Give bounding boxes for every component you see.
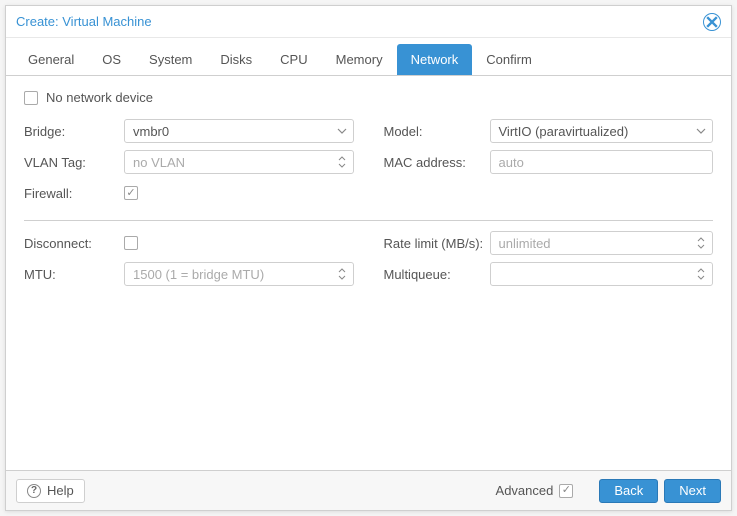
ratelimit-label: Rate limit (MB/s): [384, 236, 490, 251]
chevron-down-icon [335, 124, 349, 138]
bridge-select[interactable]: vmbr0 [124, 119, 354, 143]
help-label: Help [47, 483, 74, 498]
divider [24, 220, 713, 221]
right-column-adv: Rate limit (MB/s): unlimited Multiqueue: [384, 231, 714, 293]
disconnect-checkbox[interactable] [124, 236, 138, 250]
mtu-input[interactable]: 1500 (1 = bridge MTU) [124, 262, 354, 286]
chevron-down-icon [694, 124, 708, 138]
no-network-checkbox[interactable] [24, 91, 38, 105]
vlan-label: VLAN Tag: [24, 155, 124, 170]
mac-placeholder: auto [499, 155, 524, 170]
create-vm-modal: Create: Virtual Machine General OS Syste… [5, 5, 732, 511]
left-column: Bridge: vmbr0 VLAN Tag: no VLAN [24, 119, 354, 212]
advanced-label: Advanced [496, 483, 554, 498]
advanced-checkbox[interactable] [559, 484, 573, 498]
multiqueue-label: Multiqueue: [384, 267, 490, 282]
titlebar: Create: Virtual Machine [6, 6, 731, 38]
spinner-icon [335, 267, 349, 281]
spinner-icon [694, 236, 708, 250]
right-column: Model: VirtIO (paravirtualized) MAC addr… [384, 119, 714, 212]
firewall-label: Firewall: [24, 186, 124, 201]
mtu-label: MTU: [24, 267, 124, 282]
no-network-label: No network device [46, 90, 153, 105]
multiqueue-input[interactable] [490, 262, 714, 286]
mac-input[interactable]: auto [490, 150, 714, 174]
tab-network[interactable]: Network [397, 44, 473, 75]
footer: ? Help Advanced Back Next [6, 470, 731, 510]
help-icon: ? [27, 484, 41, 498]
tab-content: No network device Bridge: vmbr0 VLAN Tag… [6, 76, 731, 470]
mtu-placeholder: 1500 (1 = bridge MTU) [133, 267, 264, 282]
tab-cpu[interactable]: CPU [266, 44, 321, 75]
close-icon[interactable] [703, 13, 721, 31]
tab-system[interactable]: System [135, 44, 206, 75]
tab-general[interactable]: General [14, 44, 88, 75]
back-button[interactable]: Back [599, 479, 658, 503]
model-select[interactable]: VirtIO (paravirtualized) [490, 119, 714, 143]
spinner-icon [694, 267, 708, 281]
advanced-toggle[interactable]: Advanced [496, 483, 582, 498]
tab-os[interactable]: OS [88, 44, 135, 75]
left-column-adv: Disconnect: MTU: 1500 (1 = bridge MTU) [24, 231, 354, 293]
model-label: Model: [384, 124, 490, 139]
next-button[interactable]: Next [664, 479, 721, 503]
ratelimit-input[interactable]: unlimited [490, 231, 714, 255]
no-network-row: No network device [24, 90, 713, 105]
mac-label: MAC address: [384, 155, 490, 170]
tab-memory[interactable]: Memory [322, 44, 397, 75]
bridge-value: vmbr0 [133, 124, 169, 139]
bridge-label: Bridge: [24, 124, 124, 139]
model-value: VirtIO (paravirtualized) [499, 124, 629, 139]
spinner-icon [335, 155, 349, 169]
tab-confirm[interactable]: Confirm [472, 44, 546, 75]
vlan-input[interactable]: no VLAN [124, 150, 354, 174]
tabs: General OS System Disks CPU Memory Netwo… [6, 38, 731, 76]
tab-disks[interactable]: Disks [206, 44, 266, 75]
firewall-checkbox[interactable] [124, 186, 138, 200]
disconnect-label: Disconnect: [24, 236, 124, 251]
modal-title: Create: Virtual Machine [16, 14, 152, 29]
vlan-placeholder: no VLAN [133, 155, 185, 170]
ratelimit-placeholder: unlimited [499, 236, 551, 251]
help-button[interactable]: ? Help [16, 479, 85, 503]
